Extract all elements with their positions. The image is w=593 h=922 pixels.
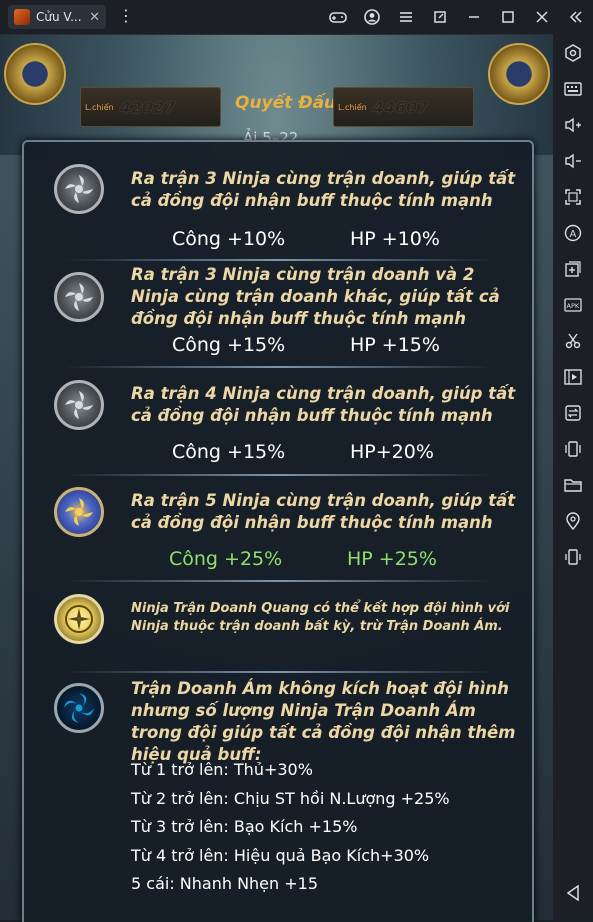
blue-gold-pinwheel-icon [54,487,104,537]
account-icon[interactable] [355,0,389,34]
divider [64,259,494,261]
right-power-panel: L.chiến 44607 [333,87,474,127]
app-icon [14,9,30,25]
dark-faction-tier-list: Từ 1 trở lên: Thủ+30% Từ 2 trở lên: Chịu… [131,756,450,899]
attack-bonus-active: Công +25% [169,548,283,570]
menu-icon[interactable] [389,0,423,34]
tier-item: Từ 4 trở lên: Hiệu quả Bạo Kích+30% [131,845,430,865]
gray-pinwheel-icon [54,380,104,430]
rotate-icon[interactable] [557,541,589,573]
volume-down-icon[interactable] [557,145,589,177]
minimize-icon[interactable] [457,0,491,34]
hp-bonus-active: HP +25% [347,548,437,570]
attack-bonus: Công +15% [172,334,286,356]
apk-install-icon[interactable]: APK [557,289,589,321]
add-window-icon[interactable] [557,253,589,285]
popout-icon[interactable] [423,0,457,34]
svg-text:A: A [570,229,577,240]
screenshot-icon[interactable] [557,181,589,213]
hp-bonus: HP+20% [350,441,434,463]
battle-title: Quyết Đấu [235,93,337,113]
divider [64,366,494,368]
back-icon[interactable] [557,877,589,909]
divider [64,671,494,673]
emulator-sidebar: A APK [552,34,593,920]
sync-icon[interactable] [557,397,589,429]
tab-close-icon[interactable]: ✕ [89,10,100,25]
emulator-title-bar: Cửu V... ✕ ⋮ [0,0,593,35]
close-icon[interactable] [525,0,559,34]
formation-info-dialog: Ra trận 3 Ninja cùng trận doanh, giúp tấ… [22,140,534,922]
gamepad-icon[interactable] [321,0,355,34]
settings-hex-icon[interactable] [557,37,589,69]
left-power-panel: L.chiến 42027 [80,87,221,127]
folder-icon[interactable] [557,469,589,501]
right-power-value: 44607 [372,97,429,117]
app-tab[interactable]: Cửu V... ✕ [8,5,106,29]
formation-description: Ra trận 3 Ninja cùng trận doanh, giúp tấ… [131,169,516,210]
hp-bonus: HP +15% [350,334,440,356]
volume-up-icon[interactable] [557,109,589,141]
formation-description: Ra trận 5 Ninja cùng trận doanh, giúp tấ… [131,491,516,532]
divider [64,580,494,582]
dark-faction-icon [54,683,104,733]
formation-description: Ra trận 4 Ninja cùng trận doanh, giúp tấ… [131,384,516,425]
dark-faction-description: Trận Doanh Ám không kích hoạt đội hình n… [131,679,516,764]
formation-description: Ra trận 3 Ninja cùng trận doanh và 2 Nin… [131,265,500,328]
scissors-icon[interactable] [557,325,589,357]
attack-bonus: Công +10% [172,228,286,250]
more-menu-icon[interactable]: ⋮ [118,8,134,24]
tier-item: Từ 1 trở lên: Thủ+30% [131,760,313,779]
light-faction-icon [54,594,104,644]
location-icon[interactable] [557,505,589,537]
macro-icon[interactable]: A [557,217,589,249]
tier-item: Từ 3 trở lên: Bạo Kích +15% [131,817,358,836]
light-faction-description: Ninja Trận Doanh Quang có thể kết hợp độ… [131,601,510,634]
left-power-label: L.chiến [85,102,114,112]
divider [64,474,494,476]
hp-bonus: HP +10% [350,228,440,250]
gray-pinwheel-icon [54,272,104,322]
tier-item: 5 cái: Nhanh Nhẹn +15 [131,874,319,893]
left-power-value: 42027 [119,97,176,117]
record-video-icon[interactable] [557,361,589,393]
right-player-badge[interactable] [488,43,550,105]
tab-title: Cửu V... [36,10,82,24]
maximize-icon[interactable] [491,0,525,34]
shake-icon[interactable] [557,433,589,465]
attack-bonus: Công +15% [172,441,286,463]
svg-text:APK: APK [567,302,580,310]
right-power-label: L.chiến [338,102,367,112]
tier-item: Từ 2 trở lên: Chịu ST hồi N.Lượng +25% [131,788,450,808]
left-player-badge[interactable] [4,43,66,105]
collapse-sidebar-icon[interactable] [559,0,593,34]
keyboard-icon[interactable] [557,73,589,105]
gray-pinwheel-icon [54,164,104,214]
